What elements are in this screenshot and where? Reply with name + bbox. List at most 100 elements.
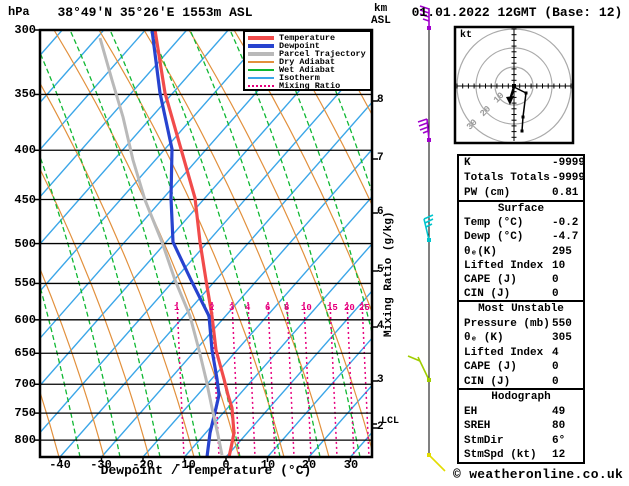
- panel-row: Totals Totals -9999: [459, 171, 586, 186]
- temperature-tick-label: 10: [260, 458, 276, 472]
- panel-row: CAPE (J) 0: [459, 360, 583, 375]
- legend-item-label: Mixing Ratio: [279, 80, 341, 91]
- panel-row-value: 550: [552, 317, 572, 330]
- panel-row-label: Temp (°C): [464, 217, 524, 230]
- panel-row-label: CIN (J): [464, 375, 511, 388]
- temperature-tick-label: -20: [132, 458, 154, 472]
- panel-row: θₑ(K) 295: [459, 245, 583, 259]
- panel-row: θₑ (K) 305: [459, 331, 583, 346]
- panel-row: StmSpd (kt) 12: [459, 448, 583, 463]
- mixing-ratio-line: [303, 301, 312, 457]
- panel-section: Most Unstable Pressure (mb) 550 θₑ (K) 305 Li…: [457, 300, 585, 390]
- legend-line-sample: [248, 61, 274, 63]
- lcl-label: LCL: [381, 416, 400, 427]
- panel-row-value: 10: [552, 259, 566, 272]
- pressure-tick-label: 650: [14, 346, 36, 360]
- panel-row-label: StmDir: [464, 434, 504, 447]
- panel-row-value: -0.2: [552, 217, 579, 230]
- panel-row-label: Dewp (°C): [464, 231, 524, 244]
- pressure-tick-label: 750: [14, 406, 36, 420]
- legend-item: Mixing Ratio: [248, 82, 370, 90]
- wind-barb-dot: [427, 26, 431, 30]
- panel-row-label: K: [464, 157, 471, 169]
- wind-barb-dot: [427, 378, 431, 382]
- copyright-footer: © weatheronline.co.uk: [453, 467, 624, 482]
- panel-row-value: -9999: [552, 172, 586, 184]
- panel-row: StmDir 6°: [459, 434, 583, 449]
- panel-row-label: Lifted Index: [464, 259, 544, 272]
- station-title: 38°49'N 35°26'E 1553m ASL: [57, 5, 253, 20]
- pressure-tick-label: 700: [14, 377, 36, 391]
- pressure-tick-label: 550: [14, 276, 36, 290]
- altitude-tick-label: 5: [377, 264, 384, 276]
- mixing-ratio-label: 8: [284, 303, 290, 313]
- mixing-ratio-line: [247, 301, 256, 457]
- panel-row-label: EH: [464, 405, 478, 418]
- panel-row: Dewp (°C) -4.7: [459, 230, 583, 244]
- altitude-tick-label: 8: [377, 94, 384, 106]
- wind-barb: [427, 453, 446, 472]
- panel-row: EH 49: [459, 405, 583, 420]
- mixing-ratio-line: [361, 301, 370, 457]
- panel-row-label: θₑ(K): [464, 245, 498, 258]
- legend-line-sample: [248, 85, 274, 87]
- panel-row-value: 80: [552, 420, 566, 433]
- hodograph-trace-dot: [524, 91, 528, 95]
- wind-barb-stroke: [417, 118, 428, 123]
- legend-line-sample: [248, 36, 274, 40]
- hodograph-trace-dot: [521, 115, 525, 119]
- wind-barb-stroke: [419, 126, 429, 131]
- altitude-tick-label: 2: [377, 421, 384, 433]
- panel-row-value: 12: [552, 449, 566, 462]
- panel-section: Surface Temp (°C) -0.2 Dewp (°C) -4.7 θₑ(K) 29…: [457, 200, 585, 302]
- pressure-tick-label: 400: [14, 143, 36, 157]
- panel-row-value: 305: [552, 332, 572, 345]
- altitude-tick-label: 7: [377, 152, 384, 164]
- mixing-ratio-label: 10: [301, 303, 312, 313]
- altitude-tick-label: 3: [377, 374, 384, 386]
- mixing-ratio-label: 3: [229, 303, 235, 313]
- wind-barb-stroke: [418, 122, 428, 127]
- panel-section: Hodograph EH 49 SREH 80 StmDir 6° StmSpd (kt) 12: [457, 388, 585, 464]
- altitude-axis-unit-asl: ASL: [371, 15, 391, 27]
- wind-barb-dot: [427, 238, 431, 242]
- wind-barb: [407, 355, 431, 382]
- panel-row: Temp (°C) -0.2: [459, 216, 583, 230]
- panel-row-value: 49: [552, 405, 566, 418]
- mixing-ratio-label: 25: [359, 303, 370, 313]
- panel-row-value: -4.7: [552, 231, 579, 244]
- skewt-sounding-app: 10 20 30 hPa 38°49'N 35°26'E 1553m ASL 01.…: [0, 0, 629, 486]
- panel-row: SREH 80: [459, 419, 583, 434]
- mixing-ratio-axis-title: Mixing Ratio (g/kg): [383, 211, 395, 337]
- panel-row-label: CAPE (J): [464, 274, 517, 287]
- panel-row: CAPE (J) 0: [459, 273, 583, 287]
- mixing-ratio-label: 2: [209, 303, 215, 313]
- pressure-tick-label: 350: [14, 87, 36, 101]
- hodograph-trace-dot: [520, 129, 524, 133]
- mixing-ratio-label: 1: [174, 303, 180, 313]
- panel-row-label: Totals Totals: [464, 172, 550, 184]
- panel-row-label: Lifted Index: [464, 346, 544, 359]
- hodograph: 102030: [456, 28, 572, 143]
- mixing-ratio-line: [176, 301, 185, 457]
- panel-row-label: CIN (J): [464, 288, 511, 301]
- panel-row-label: θₑ (K): [464, 332, 504, 345]
- mixing-ratio-label: 6: [265, 303, 271, 313]
- panel-row: Lifted Index 10: [459, 259, 583, 273]
- panel-section-title: Most Unstable: [478, 303, 564, 315]
- legend-line-sample: [248, 77, 274, 79]
- mixing-ratio-label: 15: [327, 303, 338, 313]
- temperature-tick-label: -10: [174, 458, 196, 472]
- mixing-ratio-label: 4: [245, 303, 251, 313]
- panel-row-value: 0: [552, 361, 559, 374]
- pressure-axis-unit: hPa: [8, 5, 30, 19]
- panel-section: K -9999 Totals Totals -9999 PW (cm) 0.81: [457, 154, 585, 202]
- panel-row: K -9999: [459, 156, 585, 171]
- panel-section-title: Hodograph: [491, 391, 551, 403]
- datetime-title: 01.01.2022 12GMT (Base: 12): [411, 5, 623, 20]
- pressure-tick-label: 500: [14, 237, 36, 251]
- legend-line-sample: [248, 69, 274, 71]
- panel-row-label: SREH: [464, 420, 491, 433]
- panel-row-label: PW (cm): [464, 187, 511, 199]
- panel-row-value: 0: [552, 274, 559, 287]
